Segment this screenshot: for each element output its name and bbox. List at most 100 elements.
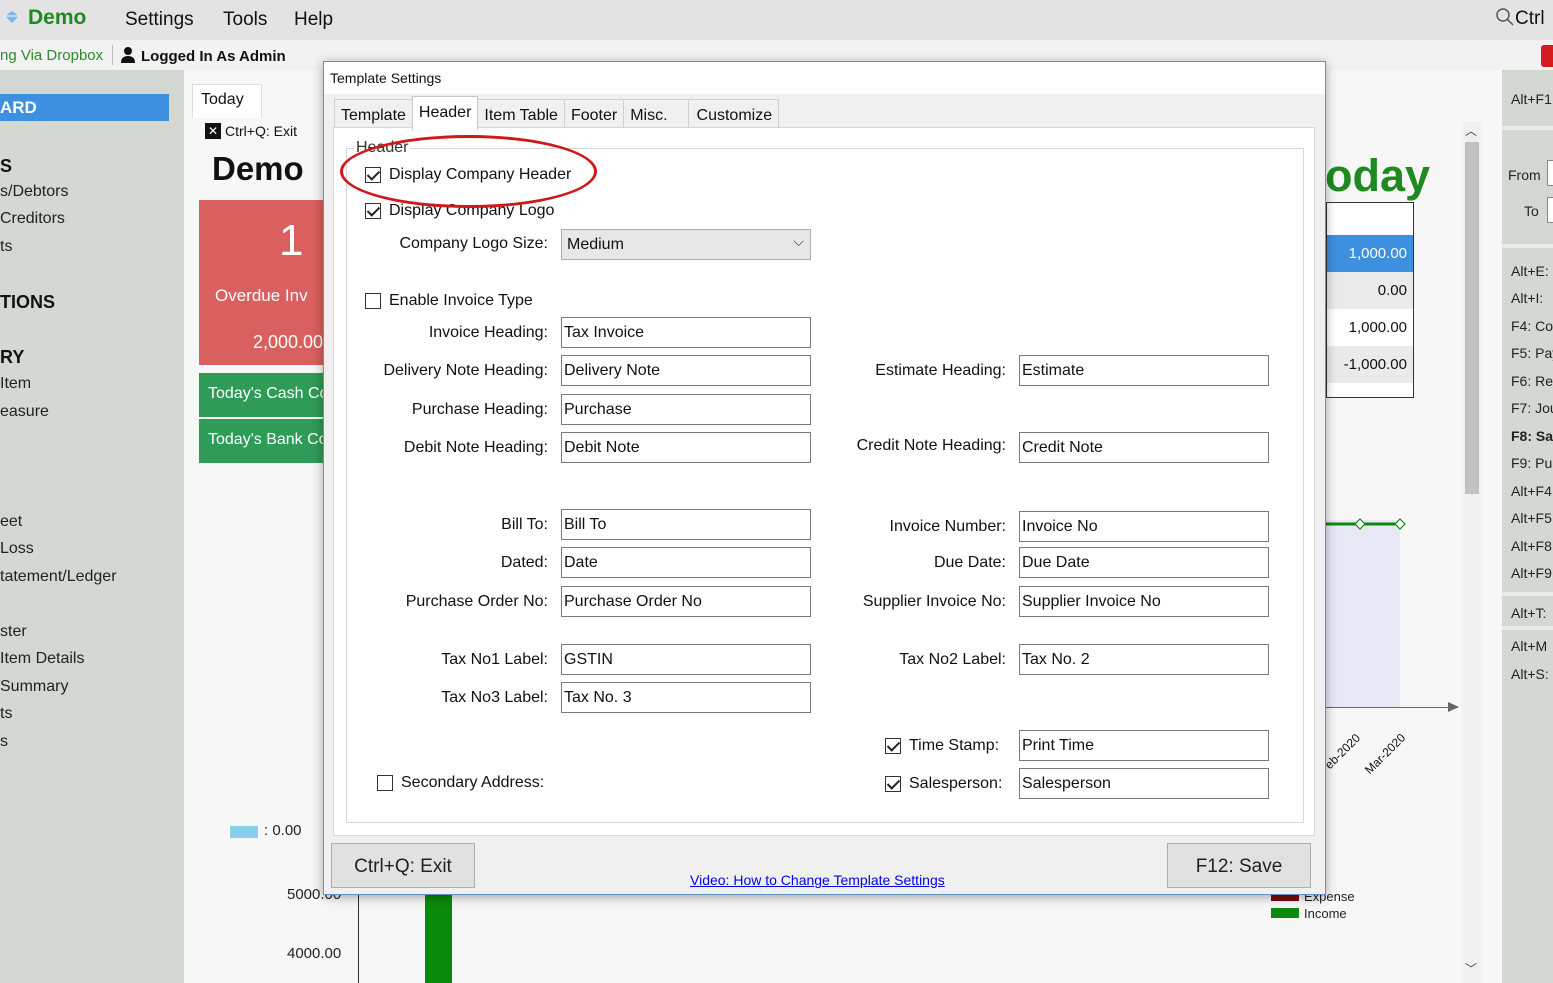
menu-help[interactable]: Help	[294, 9, 333, 31]
tab-today[interactable]: Today	[192, 84, 262, 118]
credit-note-heading-field[interactable]	[1019, 432, 1269, 463]
from-date-input[interactable]	[1547, 160, 1553, 186]
app-name[interactable]: Demo	[28, 6, 86, 30]
salesperson-field[interactable]	[1019, 768, 1269, 799]
notification-badge[interactable]	[1541, 45, 1553, 67]
sidebar-item-measure[interactable]: easure	[0, 403, 49, 421]
shortcut-item[interactable]: Alt+M	[1511, 638, 1547, 654]
delivery-note-heading-field[interactable]	[561, 355, 811, 386]
display-company-logo-checkbox[interactable]: Display Company Logo	[365, 202, 554, 220]
cash-card[interactable]: Today's Cash Co	[199, 373, 329, 417]
app-logo-icon	[5, 11, 19, 23]
invoice-heading-field[interactable]	[561, 317, 811, 348]
shortcut-item[interactable]: Alt+F9	[1511, 565, 1552, 581]
sidebar-item-debtors[interactable]: s/Debtors	[0, 183, 68, 201]
invoice-number-label: Invoice Number:	[889, 518, 1007, 535]
tab-item-table[interactable]: Item Table	[477, 99, 565, 129]
sidebar-item-item[interactable]: Item	[0, 375, 31, 393]
purchase-heading-field[interactable]	[561, 394, 811, 425]
shortcut-item[interactable]: F6: Rec	[1511, 373, 1553, 389]
tab-header[interactable]: Header	[411, 96, 479, 130]
shortcut-item[interactable]: F4: Co	[1511, 318, 1553, 334]
scrollbar-thumb[interactable]	[1465, 142, 1479, 494]
sidebar-item-summary[interactable]: Summary	[0, 678, 68, 696]
shortcut-item[interactable]: Alt+F4	[1511, 483, 1552, 499]
shortcut-item[interactable]: F9: Pu	[1511, 455, 1552, 471]
sidebar-item-reports[interactable]: ts	[0, 705, 12, 723]
search-shortcut[interactable]: Ctrl	[1495, 7, 1545, 30]
display-company-header-checkbox[interactable]: Display Company Header	[365, 166, 571, 184]
invoice-number-field[interactable]	[1019, 511, 1269, 542]
estimate-heading-field[interactable]	[1019, 355, 1269, 386]
tab-misc[interactable]: Misc.	[623, 99, 689, 129]
tax-no3-field[interactable]	[561, 682, 811, 713]
axis-arrow-icon	[1448, 702, 1459, 712]
sidebar-item-balance-sheet[interactable]: eet	[0, 513, 22, 531]
enable-invoice-type-checkbox[interactable]: Enable Invoice Type	[365, 292, 533, 310]
tax-no2-field[interactable]	[1019, 644, 1269, 675]
shortcut-item[interactable]: Alt+F5	[1511, 510, 1552, 526]
bank-card[interactable]: Today's Bank Co	[199, 419, 329, 463]
sidebar-section-title: RY	[0, 347, 25, 367]
sidebar-item-item-details[interactable]: Item Details	[0, 650, 84, 668]
shortcut-item[interactable]: Alt+S:	[1511, 666, 1549, 682]
chevron-up-icon[interactable]: ︿	[1465, 122, 1477, 139]
sidebar-item-misc[interactable]: s	[0, 733, 8, 751]
tab-customize[interactable]: Customize	[687, 99, 780, 129]
time-stamp-field[interactable]	[1019, 730, 1269, 761]
to-date-input[interactable]	[1547, 197, 1553, 223]
group-title: Header	[354, 139, 411, 157]
legend-value: : 0.00	[264, 822, 302, 839]
sidebar-section-title: S	[0, 156, 13, 176]
shortcut-item[interactable]: F5: Pay	[1511, 345, 1553, 361]
invoice-heading-label: Invoice Heading:	[428, 324, 548, 341]
sidebar-item-creditors[interactable]: Creditors	[0, 210, 65, 228]
tab-template[interactable]: Template	[334, 99, 413, 129]
purchase-order-no-field[interactable]	[561, 586, 811, 617]
tax-no1-field[interactable]	[561, 644, 811, 675]
template-settings-dialog: Template Settings Template Header Item T…	[323, 61, 1326, 895]
chart-point	[1394, 518, 1406, 530]
sidebar-item-dashboard[interactable]: ARD	[0, 94, 169, 121]
shortcut-item[interactable]: Alt+E:	[1511, 263, 1549, 279]
video-help-link[interactable]: Video: How to Change Template Settings	[690, 872, 945, 888]
menu-settings[interactable]: Settings	[125, 9, 194, 31]
sidebar-item-profit-loss[interactable]: Loss	[0, 540, 34, 558]
save-button[interactable]: F12: Save	[1167, 843, 1311, 888]
shortcut-item[interactable]: Alt+F8	[1511, 538, 1552, 554]
shortcut-item[interactable]: Alt+I:	[1511, 290, 1543, 306]
sidebar-item-register[interactable]: ster	[0, 623, 27, 641]
shortcut-item[interactable]: Alt+F1	[1511, 91, 1552, 107]
shortcut-item[interactable]: F7: Jou	[1511, 400, 1553, 416]
sidebar-item-accounts[interactable]: ts	[0, 238, 12, 256]
scrollbar[interactable]: ︿ ﹀	[1462, 122, 1482, 983]
exit-button[interactable]: ✕ Ctrl+Q: Exit	[205, 123, 297, 139]
menu-tools[interactable]: Tools	[223, 9, 267, 31]
logo-size-select[interactable]: Medium ⌵	[561, 229, 811, 260]
dialog-titlebar[interactable]: Template Settings	[324, 62, 1325, 94]
summary-table: 1,000.00 0.00 1,000.00 -1,000.00	[1326, 202, 1414, 398]
sync-status[interactable]: ng Via Dropbox	[0, 47, 103, 64]
exit-label: Ctrl+Q: Exit	[225, 123, 297, 139]
y-axis	[358, 880, 359, 983]
secondary-address-checkbox[interactable]: Secondary Address:	[377, 774, 544, 792]
bill-to-field[interactable]	[561, 509, 811, 540]
tax-no1-label: Tax No1 Label:	[441, 651, 548, 668]
dated-field[interactable]	[561, 547, 811, 578]
shortcut-item[interactable]: F8: Sa	[1511, 428, 1553, 444]
overdue-card[interactable]: 1 Overdue Inv 2,000.00	[199, 200, 329, 365]
tab-content: Header Display Company Header Display Co…	[333, 127, 1315, 836]
due-date-field[interactable]	[1019, 547, 1269, 578]
salesperson-checkbox[interactable]: Salesperson:	[885, 775, 1002, 793]
debit-note-heading-field[interactable]	[561, 432, 811, 463]
sidebar-item-statement-ledger[interactable]: tatement/Ledger	[0, 568, 117, 586]
exit-button[interactable]: Ctrl+Q: Exit	[331, 843, 475, 888]
checkbox-label: Time Stamp:	[909, 737, 1000, 754]
supplier-invoice-no-field[interactable]	[1019, 586, 1269, 617]
time-stamp-checkbox[interactable]: Time Stamp:	[885, 737, 999, 755]
shortcut-item[interactable]: Alt+T:	[1511, 605, 1546, 621]
tab-footer[interactable]: Footer	[563, 99, 625, 129]
logo-size-value: Medium	[567, 236, 624, 253]
chevron-down-icon[interactable]: ﹀	[1465, 960, 1477, 977]
to-label: To	[1524, 203, 1539, 219]
